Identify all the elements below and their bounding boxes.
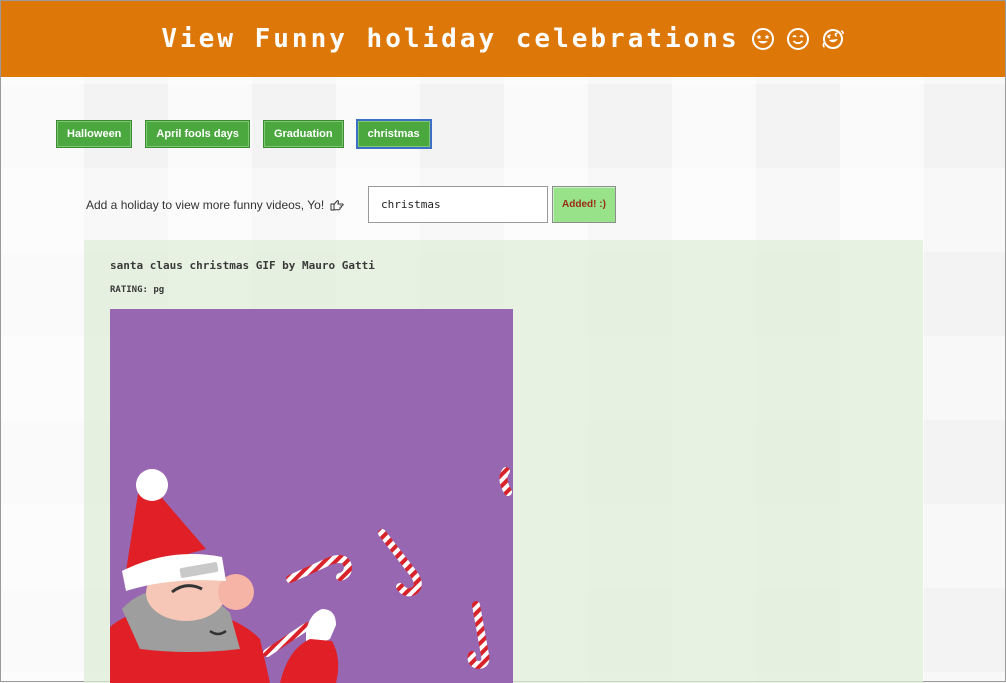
candy-cane-icon xyxy=(263,467,512,670)
smile-emoji-icon xyxy=(786,27,810,51)
holiday-button-christmas[interactable]: christmas xyxy=(355,119,432,149)
santa-gif-image[interactable] xyxy=(110,309,513,683)
gif-rating: RATING: pg xyxy=(110,285,165,295)
add-holiday-prompt: Add a holiday to view more funny videos,… xyxy=(86,197,325,212)
page-title: View Funny holiday celebrations xyxy=(161,24,740,54)
holiday-button-halloween[interactable]: Halloween xyxy=(56,120,133,148)
add-holiday-form: Add a holiday to view more funny videos,… xyxy=(86,186,616,223)
holiday-button-row: Halloween April fools days Graduation ch… xyxy=(56,119,432,149)
holiday-button-april-fools-days[interactable]: April fools days xyxy=(145,120,250,148)
pointing-hand-icon xyxy=(330,199,344,211)
add-holiday-button[interactable]: Added! :) xyxy=(552,186,616,223)
holiday-button-graduation[interactable]: Graduation xyxy=(262,120,344,148)
page-header: View Funny holiday celebrations xyxy=(1,1,1005,77)
holiday-input[interactable] xyxy=(368,186,548,223)
star-eyes-emoji-icon xyxy=(751,27,775,51)
results-panel: santa claus christmas GIF by Mauro Gatti… xyxy=(84,240,923,683)
gif-title: santa claus christmas GIF by Mauro Gatti xyxy=(110,259,375,272)
laughing-emoji-icon xyxy=(821,27,845,51)
add-holiday-label: Add a holiday to view more funny videos,… xyxy=(86,198,368,212)
